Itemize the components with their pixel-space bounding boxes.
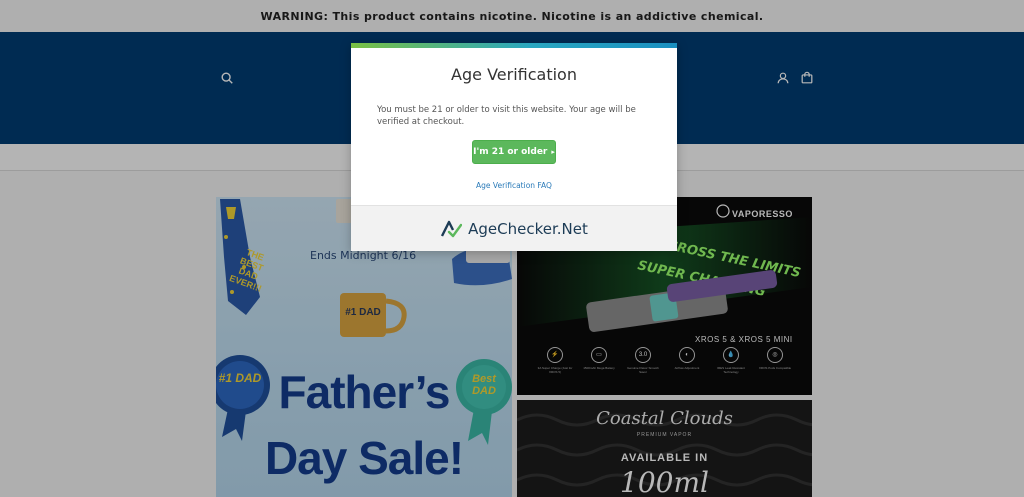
modal-title: Age Verification: [451, 65, 577, 84]
modal-footer: AgeChecker.Net: [351, 205, 677, 251]
chevron-right-icon: ▸: [551, 148, 555, 156]
age-verification-modal: Age Verification You must be 21 or older…: [351, 43, 677, 251]
agechecker-brand: AgeChecker.Net: [468, 219, 588, 238]
agechecker-logo-icon: [441, 220, 463, 237]
age-verification-faq-link[interactable]: Age Verification FAQ: [351, 181, 677, 190]
modal-message: You must be 21 or older to visit this we…: [377, 105, 636, 127]
age-confirm-label: I'm 21 or older: [473, 147, 548, 157]
age-confirm-button[interactable]: I'm 21 or older ▸: [472, 140, 556, 164]
modal-accent-bar: [351, 43, 677, 48]
